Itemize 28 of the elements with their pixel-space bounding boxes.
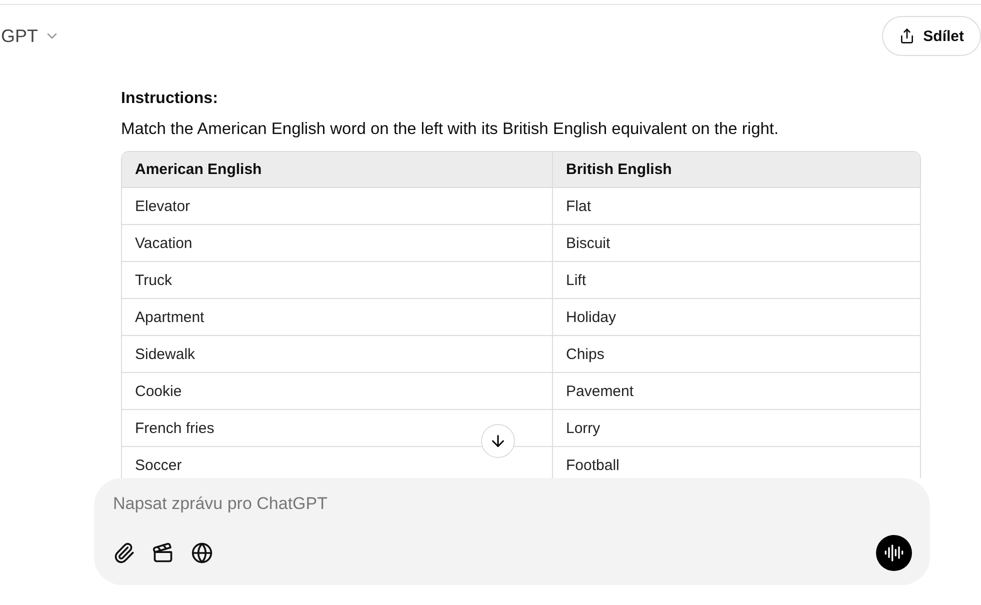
globe-icon[interactable] [191, 542, 213, 564]
arrow-down-icon [489, 432, 507, 450]
column-header: British English [553, 152, 920, 188]
table-cell: Elevator [122, 188, 553, 225]
table-cell: Pavement [553, 373, 920, 410]
message-input[interactable]: Napsat zprávu pro ChatGPT [113, 494, 912, 514]
table-cell: Truck [122, 262, 553, 299]
audio-wave-icon [884, 543, 904, 563]
model-selector[interactable]: GPT [1, 26, 60, 46]
table-cell: Lift [553, 262, 920, 299]
table-cell: Chips [553, 336, 920, 373]
scroll-down-button[interactable] [481, 424, 515, 458]
table-cell: Cookie [122, 373, 553, 410]
table-cell: Vacation [122, 225, 553, 262]
table-cell: Sidewalk [122, 336, 553, 373]
clapperboard-icon[interactable] [152, 542, 174, 564]
instructions-heading: Instructions: [121, 90, 219, 108]
paperclip-icon[interactable] [113, 542, 135, 564]
table-cell: Lorry [553, 410, 920, 447]
column-header: American English [122, 152, 553, 188]
share-icon [899, 28, 916, 44]
table-cell: Biscuit [553, 225, 920, 262]
share-button[interactable]: Sdílet [882, 16, 981, 56]
voice-button[interactable] [876, 535, 912, 571]
table-cell: Holiday [553, 299, 920, 336]
table-cell: Flat [553, 188, 920, 225]
instructions-text: Match the American English word on the left with its British English equivalent on the right. [121, 120, 780, 139]
table-cell: Apartment [122, 299, 553, 336]
